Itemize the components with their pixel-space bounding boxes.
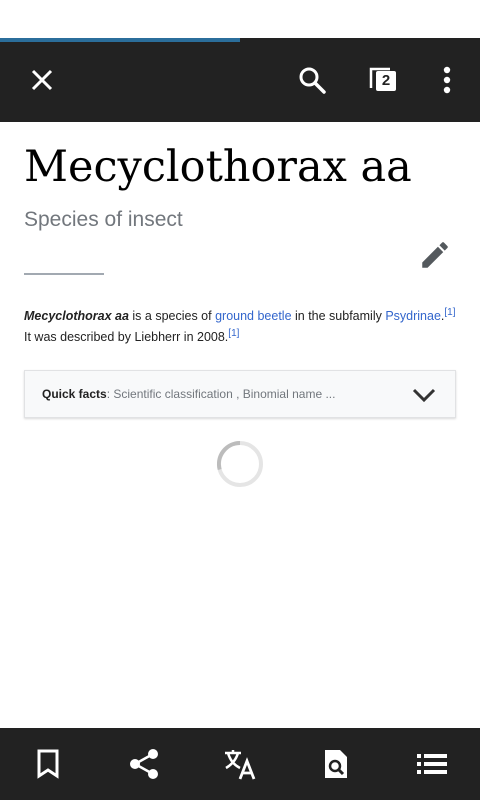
table-of-contents-button[interactable] bbox=[402, 728, 462, 800]
close-button[interactable] bbox=[14, 42, 70, 118]
quick-facts-label: Quick facts bbox=[42, 387, 107, 401]
page-description: Species of insect bbox=[24, 208, 183, 231]
chevron-down-icon bbox=[412, 388, 436, 403]
loading-spinner-icon bbox=[217, 440, 263, 487]
tabs-button[interactable]: 2 bbox=[356, 42, 412, 118]
overflow-menu-icon bbox=[443, 66, 451, 94]
reference-link[interactable]: [1] bbox=[228, 328, 239, 339]
quick-facts-box[interactable]: Quick facts: Scientific classification ,… bbox=[24, 370, 456, 418]
lead-paragraph: Mecyclothorax aa is a species of ground … bbox=[24, 306, 460, 348]
lead-text-1: is a species of bbox=[128, 309, 216, 323]
find-in-page-button[interactable] bbox=[306, 728, 366, 800]
bottom-action-bar bbox=[0, 728, 480, 800]
quick-facts-text: Quick facts: Scientific classification ,… bbox=[42, 387, 335, 401]
share-button[interactable] bbox=[114, 728, 174, 800]
overflow-menu-button[interactable] bbox=[419, 42, 475, 118]
lead-text-4: It was described by Liebherr in 2008. bbox=[24, 330, 229, 344]
reference-link[interactable]: [1] bbox=[444, 307, 455, 318]
bookmark-button[interactable] bbox=[18, 728, 78, 800]
share-icon bbox=[130, 749, 158, 779]
translate-button[interactable] bbox=[210, 728, 270, 800]
translate-icon bbox=[225, 750, 256, 780]
bookmark-icon bbox=[37, 749, 59, 779]
title-divider bbox=[24, 273, 104, 275]
page-title: Mecyclothorax aa bbox=[24, 142, 412, 192]
link-psydrinae[interactable]: Psydrinae bbox=[385, 309, 441, 323]
search-button[interactable] bbox=[284, 42, 340, 118]
pencil-icon bbox=[422, 242, 448, 268]
status-bar-area bbox=[0, 0, 480, 38]
search-icon bbox=[299, 67, 326, 94]
tabs-count-badge: 2 bbox=[376, 71, 396, 91]
find-in-page-icon bbox=[325, 750, 347, 778]
article-subject: Mecyclothorax aa bbox=[24, 309, 129, 323]
close-icon bbox=[31, 69, 53, 91]
edit-button[interactable] bbox=[412, 232, 458, 278]
quick-facts-expand[interactable] bbox=[409, 381, 439, 409]
top-toolbar: 2 bbox=[0, 42, 480, 122]
table-of-contents-icon bbox=[417, 754, 447, 774]
quick-facts-summary: : Scientific classification , Binomial n… bbox=[106, 387, 336, 401]
link-ground-beetle[interactable]: ground beetle bbox=[215, 309, 291, 323]
lead-text-2: in the subfamily bbox=[291, 309, 386, 323]
